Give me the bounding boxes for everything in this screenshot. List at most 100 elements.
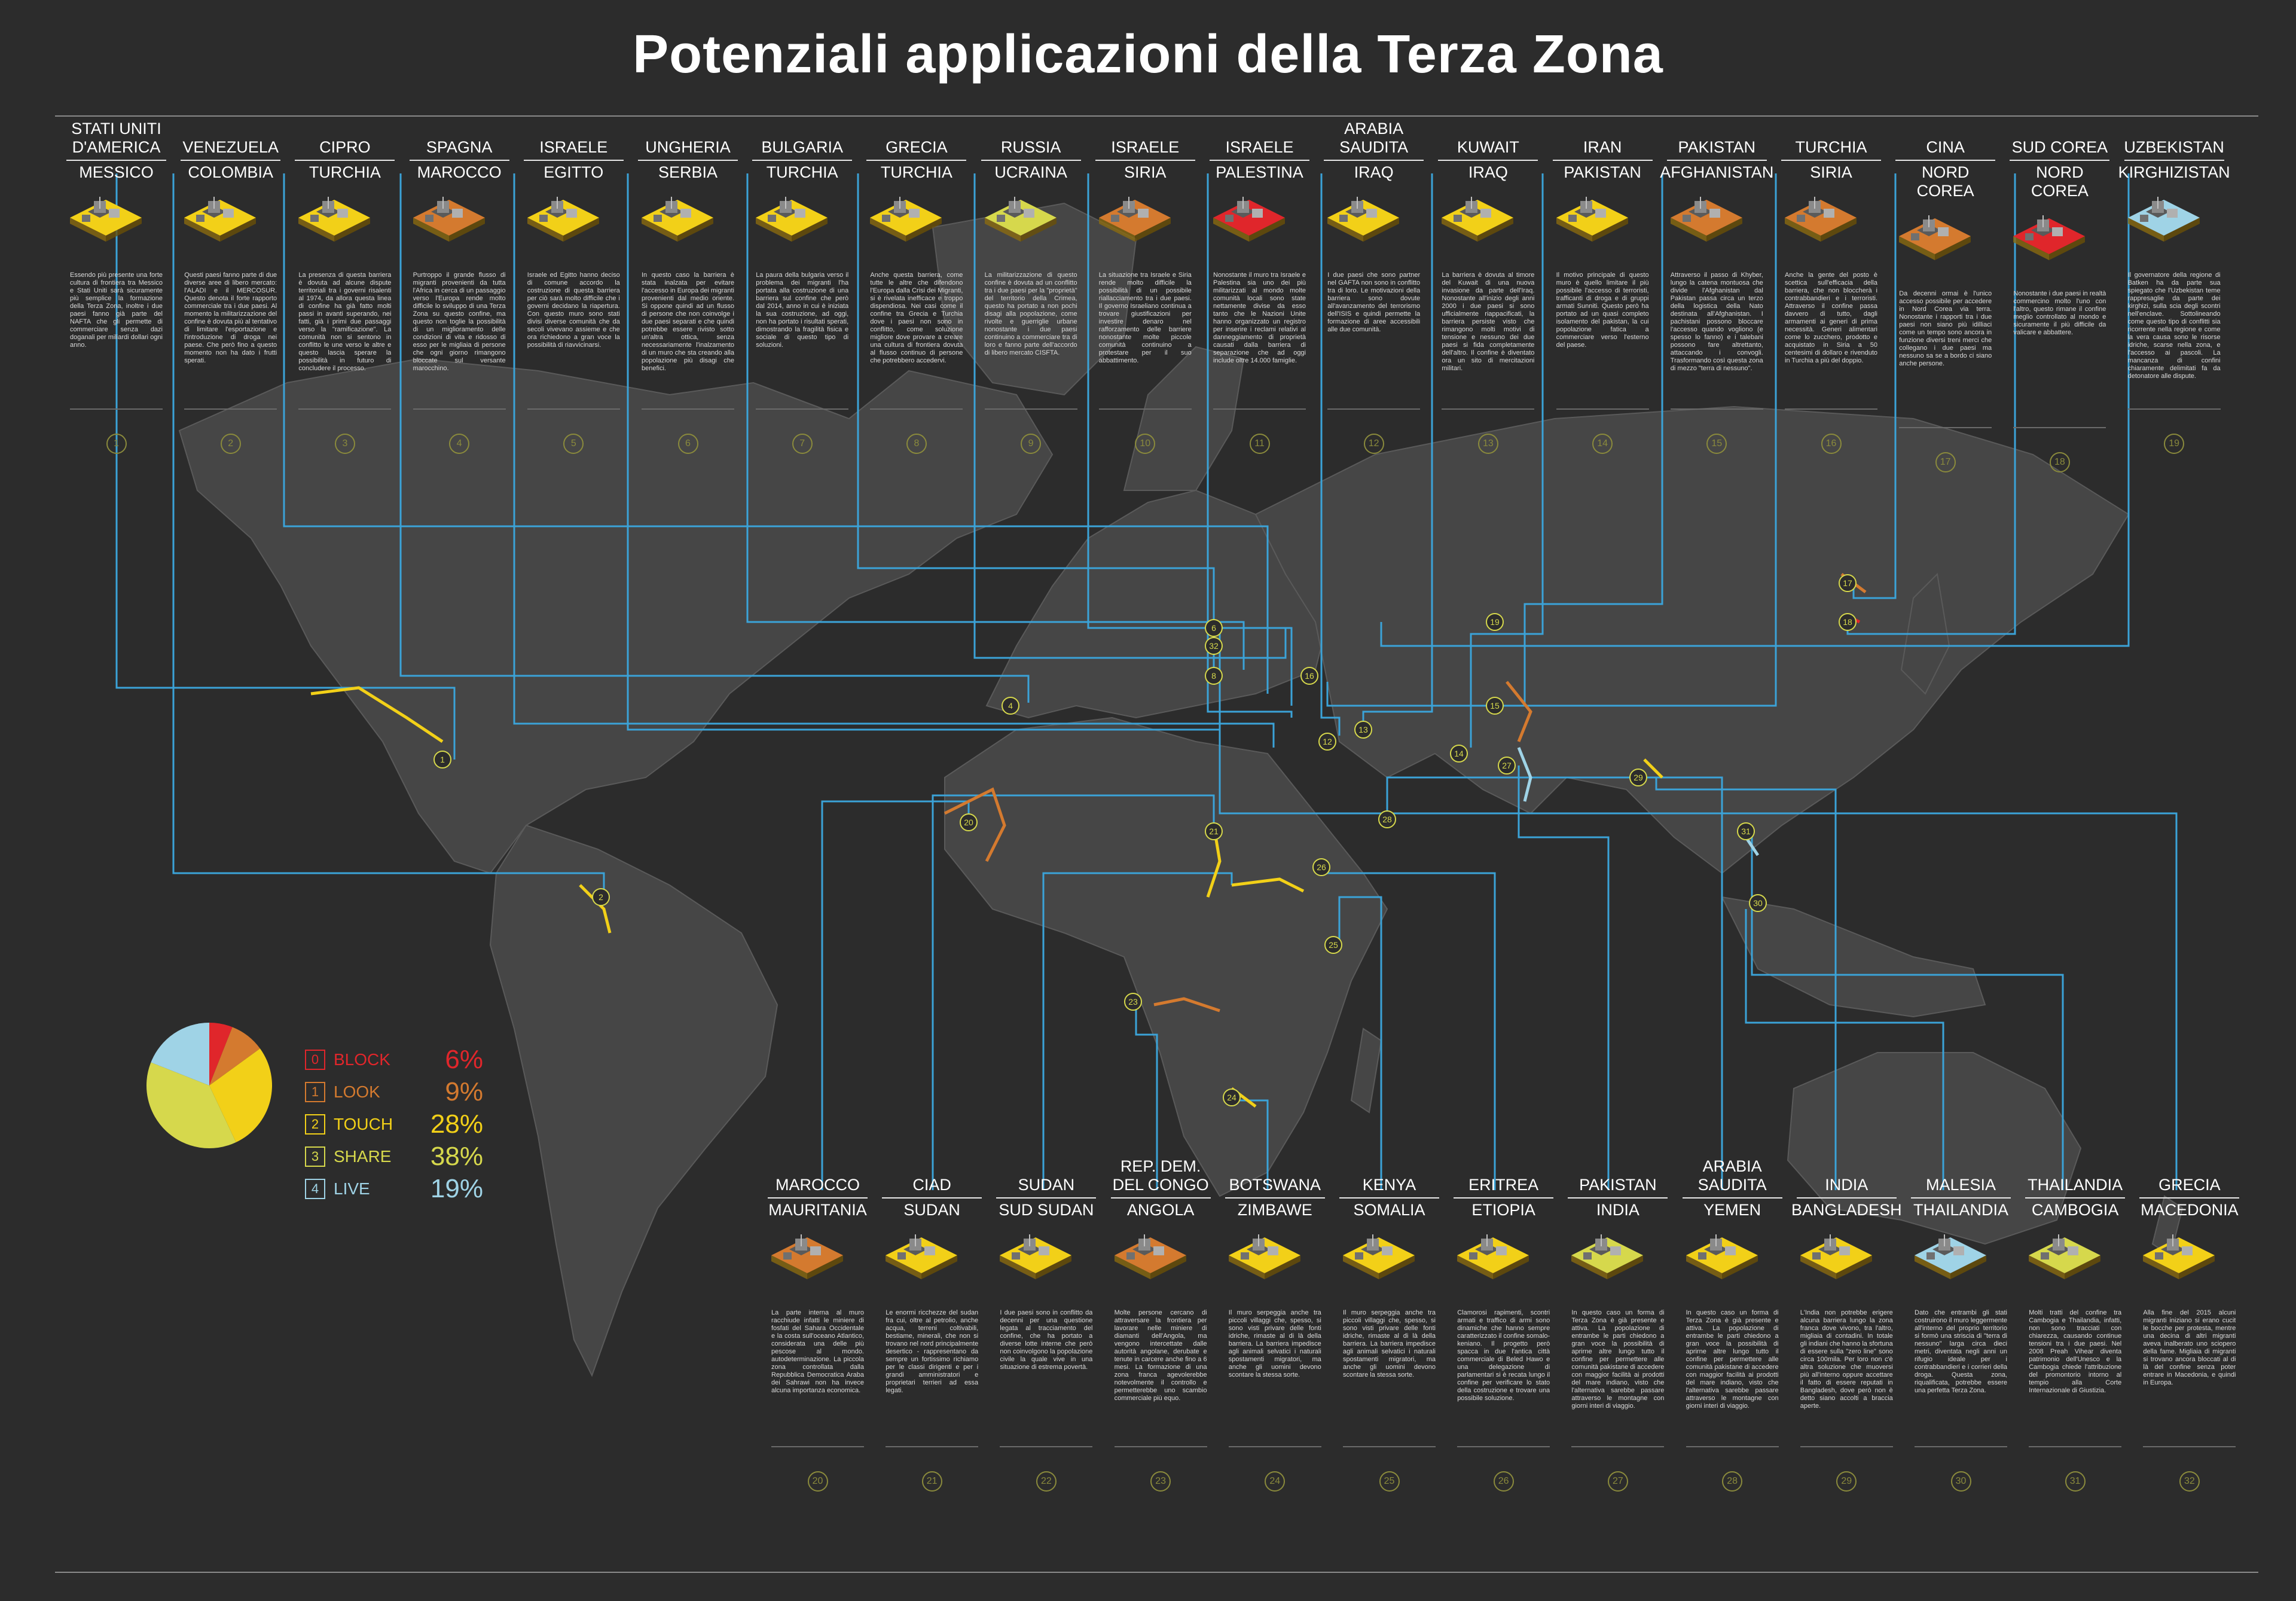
marker-32: 32 [1205, 637, 1223, 655]
isometric-barrier-icon [642, 197, 713, 242]
country-a: CIAD [912, 1176, 951, 1194]
country-a: BOTSWANA [1229, 1176, 1321, 1194]
barrier-level-icon [2122, 182, 2227, 272]
description-divider [1000, 1446, 1093, 1447]
barrier-description: Il governatore della regione di Batken h… [2127, 272, 2221, 380]
country-a: ERITREA [1468, 1176, 1539, 1194]
svg-text:26: 26 [1317, 862, 1326, 872]
legend-row-live: 4 LIVE 19% [305, 1173, 483, 1205]
country-a: MAROCCO [775, 1176, 860, 1194]
country-b: IRAQ [1354, 163, 1394, 181]
column-number: 6 [677, 434, 698, 454]
description-divider [1785, 408, 1877, 410]
description-divider [298, 408, 392, 410]
column-separator [1225, 1197, 1325, 1199]
legend-percentage: 6% [445, 1045, 483, 1074]
barrier-level-icon [292, 182, 397, 272]
barrier-description: Nonostante i due paesi in realtà commerc… [2013, 290, 2106, 336]
top-column-4: SPAGNA MAROCCO Purtroppo il grande fluss… [407, 120, 512, 454]
barrier-level-icon [1451, 1219, 1556, 1309]
top-column-2: VENEZUELA COLOMBIA Questi paesi fanno pa… [178, 120, 283, 454]
description-divider [1327, 408, 1421, 410]
marker-12: 12 [1318, 733, 1336, 751]
description-divider [527, 408, 620, 410]
barrier-level-icon [1093, 182, 1198, 272]
marker-27: 27 [1498, 757, 1516, 774]
column-number: 16 [1821, 434, 1842, 454]
isometric-barrier-icon [1114, 1234, 1186, 1279]
barrier-level-icon [1909, 1219, 2013, 1309]
barrier-level-icon [1223, 1219, 1327, 1309]
country-a: SPAGNA [426, 138, 493, 156]
country-a: REP. DEM. DEL CONGO [1112, 1157, 1209, 1194]
column-separator [1666, 160, 1767, 161]
bottom-column-25: KENYA SOMALIA Il muro serpeggia anche tr… [1337, 1157, 1442, 1492]
country-a: UNGHERIA [645, 138, 731, 156]
top-column-3: CIPRO TURCHIA La presenza di questa barr… [292, 120, 397, 454]
isometric-barrier-icon [886, 1234, 958, 1279]
isometric-barrier-icon [298, 197, 371, 242]
column-number: 9 [1021, 434, 1042, 454]
column-separator [1781, 160, 1881, 161]
legend: 0 BLOCK 6% 1 LOOK 9% 2 TOUCH 28% 3 SHARE 38% 4 LIVE 19… [146, 1023, 483, 1205]
country-b: PALESTINA [1216, 163, 1303, 181]
barrier-description: Questi paesi fanno parte di due diverse … [184, 272, 277, 364]
svg-text:1: 1 [440, 755, 445, 764]
country-a: THAILANDIA [2028, 1176, 2123, 1194]
column-separator [1552, 160, 1653, 161]
marker-2: 2 [592, 888, 610, 906]
barrier-description: Molte persone cercano di attraversare la… [1114, 1309, 1207, 1402]
barrier-level-icon [1680, 1219, 1785, 1309]
column-separator [1110, 1197, 1211, 1199]
top-column-5: ISRAELE EGITTO Israele ed Egitto hanno d… [521, 120, 626, 454]
barrier-description: Anche questa barriera, come tutte le alt… [870, 272, 963, 364]
top-column-18: SUD COREA NORD COREA Nonostante i due pa… [2007, 120, 2112, 472]
column-separator [1095, 160, 1195, 161]
barrier-description: In questo caso la barriera è stata inalz… [642, 272, 734, 372]
column-number: 24 [1265, 1471, 1286, 1492]
top-column-13: KUWAIT IRAQ La barriera è dovuta al timo… [1436, 120, 1540, 454]
isometric-barrier-icon [1556, 197, 1628, 242]
svg-text:18: 18 [1843, 617, 1852, 627]
country-b: TURCHIA [309, 163, 381, 181]
country-a: TURCHIA [1795, 138, 1867, 156]
barrier-description: La situazione tra Israele e Siria rende … [1098, 272, 1192, 364]
column-separator [1682, 1197, 1782, 1199]
barrier-level-icon [1779, 182, 1883, 272]
country-b: INDIA [1596, 1201, 1639, 1219]
barrier-level-icon [521, 182, 626, 272]
column-number: 12 [1363, 434, 1384, 454]
description-divider [1114, 1446, 1207, 1447]
bottom-column-20: MAROCCO MAURITANIA La parte interna al m… [765, 1157, 870, 1492]
column-number: 27 [1607, 1471, 1628, 1492]
isometric-barrier-icon [1571, 1234, 1644, 1279]
description-divider [1442, 408, 1535, 410]
land-africa [944, 716, 1388, 1197]
legend-level-box: 2 [305, 1114, 325, 1135]
barrier-description: In questo caso un forma di Terza Zona è … [1571, 1309, 1665, 1410]
isometric-barrier-icon [1228, 1234, 1300, 1279]
legend-percentage: 19% [430, 1174, 483, 1203]
isometric-barrier-icon [1442, 197, 1514, 242]
bottom-column-26: ERITREA ETIOPIA Clamorosi rapimenti, sco… [1451, 1157, 1556, 1492]
isometric-barrier-icon [2127, 197, 2200, 242]
svg-text:24: 24 [1227, 1093, 1236, 1102]
barrier-level-icon [2007, 200, 2112, 290]
barrier-description: Molti tratti del confine tra Cambogia e … [2029, 1309, 2122, 1394]
description-divider [1915, 1446, 2007, 1447]
marker-14: 14 [1450, 745, 1468, 763]
legend-level-box: 3 [305, 1146, 325, 1167]
barrier-description: I due paesi che sono partner nel GAFTA n… [1327, 272, 1421, 333]
barrier-level-icon [1109, 1219, 1213, 1309]
country-a: KUWAIT [1457, 138, 1519, 156]
isometric-barrier-icon [1899, 215, 1971, 260]
column-separator [752, 160, 853, 161]
barrier-description: Israele ed Egitto hanno deciso di comune… [527, 272, 620, 349]
barrier-description: Attraverso il passo di Khyber, lungo la … [1670, 272, 1763, 372]
barrier-level-icon [1337, 1219, 1442, 1309]
country-b: SIRIA [1810, 163, 1852, 181]
column-separator [1454, 1197, 1554, 1199]
column-number: 32 [2179, 1471, 2200, 1492]
description-divider [1571, 1446, 1665, 1447]
barrier-level-icon [994, 1219, 1098, 1309]
